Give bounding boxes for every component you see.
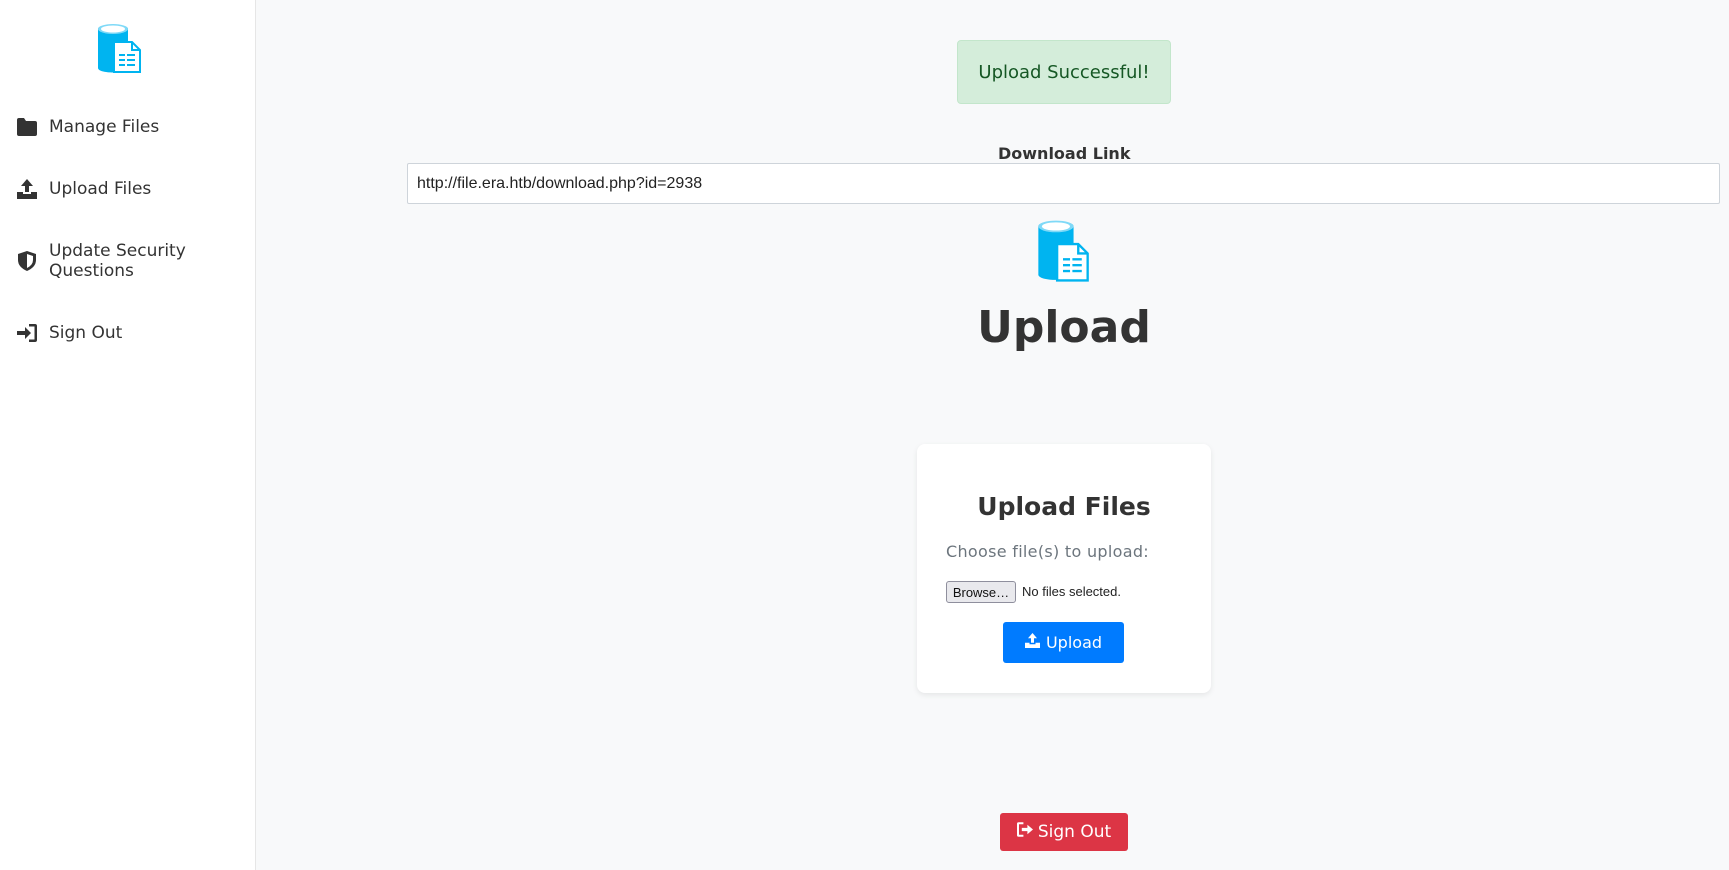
sidebar-item-label: Manage Files bbox=[49, 117, 160, 137]
file-storage-icon bbox=[1036, 218, 1090, 283]
sidebar-item-label: Upload Files bbox=[49, 179, 152, 199]
sign-in-icon bbox=[16, 322, 38, 344]
card-subtitle: Choose file(s) to upload: bbox=[946, 542, 1149, 561]
sidebar-item-label: Sign Out bbox=[49, 323, 123, 343]
no-files-text: No files selected. bbox=[1022, 584, 1121, 599]
file-storage-icon bbox=[96, 22, 142, 74]
upload-button-label: Upload bbox=[1045, 633, 1103, 652]
shield-icon bbox=[16, 250, 38, 272]
page-title: Upload bbox=[977, 302, 1151, 353]
sidebar-item-manage-files[interactable]: Manage Files bbox=[0, 116, 256, 138]
sign-out-label: Sign Out bbox=[1037, 822, 1112, 842]
sidebar-item-sign-out[interactable]: Sign Out bbox=[0, 322, 256, 344]
sign-out-button[interactable]: Sign Out bbox=[1000, 813, 1128, 851]
download-link-field[interactable]: http://file.era.htb/download.php?id=2938 bbox=[407, 163, 1720, 204]
folder-icon bbox=[16, 116, 38, 138]
upload-icon bbox=[1024, 633, 1040, 652]
sidebar-item-security-questions[interactable]: Update Security Questions bbox=[0, 240, 256, 282]
sign-out-icon bbox=[1016, 822, 1033, 842]
sidebar: Manage Files Upload Files Update Securit… bbox=[0, 0, 256, 870]
browse-button[interactable]: Browse… bbox=[946, 581, 1016, 603]
upload-icon bbox=[16, 178, 38, 200]
alert-text: Upload Successful! bbox=[978, 61, 1150, 83]
upload-success-alert: Upload Successful! bbox=[957, 40, 1171, 104]
sidebar-item-label: Update Security Questions bbox=[49, 241, 186, 281]
download-link-label: Download Link bbox=[998, 144, 1131, 163]
upload-card: Upload Files Choose file(s) to upload: B… bbox=[917, 444, 1211, 693]
card-title: Upload Files bbox=[977, 492, 1151, 521]
upload-button[interactable]: Upload bbox=[1003, 622, 1124, 663]
sidebar-item-upload-files[interactable]: Upload Files bbox=[0, 178, 256, 200]
